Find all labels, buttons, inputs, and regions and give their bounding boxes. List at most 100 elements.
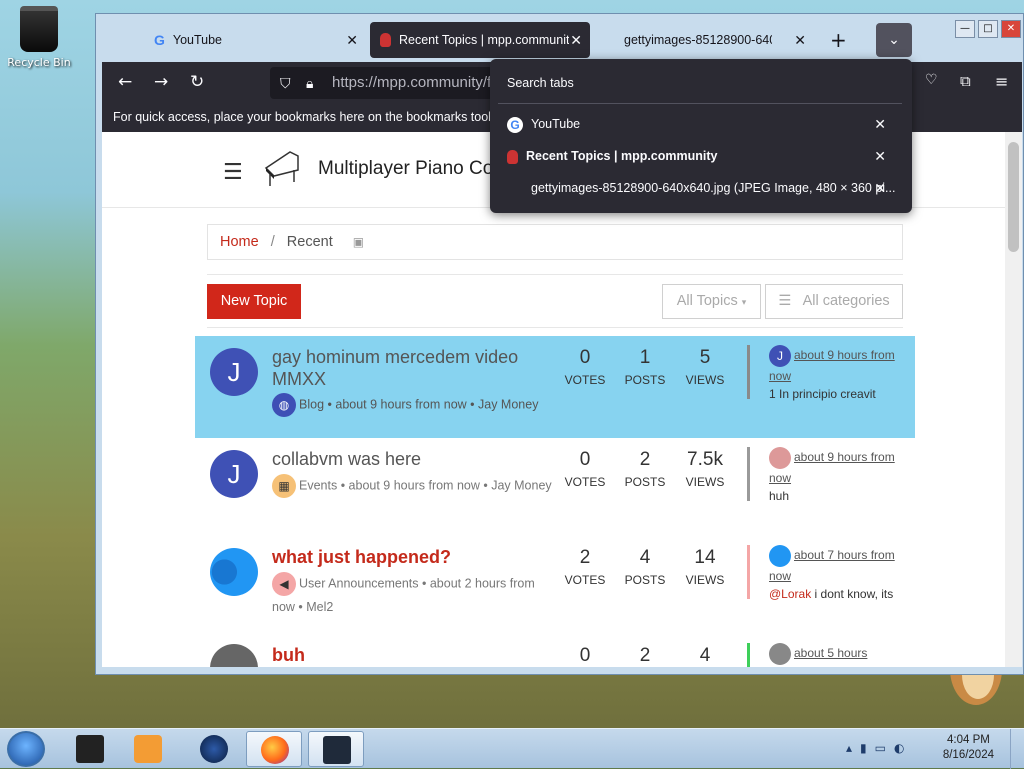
topic-title-link[interactable]: what just happened? bbox=[272, 546, 552, 568]
topic-row[interactable]: J gay hominum mercedem video MMXX ◍ Blog … bbox=[195, 336, 915, 438]
hamburger-menu-icon[interactable]: ☰ bbox=[223, 160, 243, 185]
google-icon: G bbox=[154, 32, 165, 48]
chevron-down-icon: ⌄ bbox=[888, 32, 900, 48]
avatar[interactable]: J bbox=[210, 348, 258, 396]
plus-icon: + bbox=[830, 28, 847, 52]
show-desktop-button[interactable] bbox=[1010, 729, 1024, 769]
taskbar-app-media-player[interactable] bbox=[120, 731, 176, 767]
posts-stat: 2 bbox=[617, 643, 673, 667]
lock-icon[interactable]: 🔒︎ bbox=[306, 67, 313, 99]
tab-search-item-label: gettyimages-85128900-640x640.jpg (JPEG I… bbox=[531, 181, 896, 195]
votes-label: VOTES bbox=[564, 475, 606, 489]
list-all-tabs-button[interactable]: ⌄ bbox=[876, 23, 912, 57]
menu-icon[interactable]: ≡ bbox=[995, 72, 1008, 91]
extensions-icon[interactable]: ⧉ bbox=[960, 72, 971, 90]
avatar[interactable] bbox=[769, 447, 791, 469]
all-categories-filter[interactable]: ☰ All categories bbox=[765, 284, 903, 319]
close-icon[interactable]: ✕ bbox=[874, 141, 886, 171]
mention-link[interactable]: @Lorak bbox=[769, 587, 811, 601]
megaphone-icon: ◀ bbox=[272, 572, 296, 596]
topic-row[interactable]: what just happened? ◀ User Announcements … bbox=[195, 536, 915, 634]
views-stat: 7.5k VIEWS bbox=[677, 447, 733, 489]
clock[interactable]: 4:04 PM 8/16/2024 bbox=[943, 733, 994, 763]
piano-logo-icon[interactable] bbox=[260, 146, 304, 190]
avatar[interactable] bbox=[210, 644, 258, 667]
close-icon[interactable]: ✕ bbox=[874, 173, 886, 203]
close-icon[interactable]: ✕ bbox=[874, 109, 886, 139]
mpp-icon bbox=[380, 33, 391, 47]
votes-count: 0 bbox=[579, 645, 591, 666]
shield-icon[interactable]: ⛉ bbox=[280, 67, 291, 99]
views-stat: 14 VIEWS bbox=[677, 545, 733, 587]
votes-stat: 0 VOTES bbox=[557, 345, 613, 387]
tab-youtube[interactable]: G YouTube ✕ bbox=[144, 22, 366, 58]
window-maximize-button[interactable]: □ bbox=[978, 20, 998, 38]
tab-search-item[interactable]: gettyimages-85128900-640x640.jpg (JPEG I… bbox=[507, 173, 903, 203]
new-tab-button[interactable]: + bbox=[830, 28, 847, 52]
new-topic-label: New Topic bbox=[220, 293, 288, 309]
reload-icon[interactable]: ↻ bbox=[190, 72, 204, 92]
posts-label: POSTS bbox=[624, 475, 666, 489]
tab-close-icon[interactable]: ✕ bbox=[794, 32, 806, 49]
globe-icon bbox=[200, 735, 228, 763]
start-button[interactable] bbox=[7, 731, 45, 767]
views-label: VIEWS bbox=[685, 573, 725, 587]
posts-label: POSTS bbox=[624, 573, 666, 587]
tab-close-icon[interactable]: ✕ bbox=[346, 32, 358, 49]
site-name[interactable]: Multiplayer Piano Co bbox=[318, 158, 493, 180]
topic-title-link[interactable]: gay hominum mercedem video MMXX bbox=[272, 346, 552, 390]
rss-icon[interactable]: ▣ bbox=[353, 235, 364, 249]
url-text: https://mpp.community/fo bbox=[332, 74, 500, 91]
avatar[interactable]: J bbox=[210, 450, 258, 498]
recycle-bin-shortcut[interactable]: Recycle Bin bbox=[6, 6, 72, 69]
tab-search-item[interactable]: G YouTube ✕ bbox=[507, 109, 903, 139]
back-arrow-icon[interactable]: ← bbox=[118, 72, 132, 92]
posts-label: POSTS bbox=[624, 373, 666, 387]
topic-title-link[interactable]: buh bbox=[272, 644, 552, 666]
category-link[interactable]: Blog bbox=[299, 397, 324, 411]
tab-title: Recent Topics | mpp.communit bbox=[399, 33, 569, 47]
window-minimize-button[interactable]: — bbox=[955, 20, 975, 38]
forward-arrow-icon[interactable]: → bbox=[154, 72, 168, 92]
tab-search-item[interactable]: Recent Topics | mpp.community ✕ bbox=[507, 141, 903, 171]
window-close-button[interactable]: ✕ bbox=[1001, 20, 1021, 38]
views-label: VIEWS bbox=[685, 475, 725, 489]
new-topic-button[interactable]: New Topic bbox=[207, 284, 301, 319]
scrollbar-thumb[interactable] bbox=[1008, 142, 1019, 252]
tab-gettyimages[interactable]: gettyimages-85128900-640x640 ✕ bbox=[592, 22, 814, 58]
latest-post-teaser: Jabout 9 hours from now 1 In principio c… bbox=[747, 345, 907, 403]
taskbar-app-globe[interactable] bbox=[186, 731, 242, 767]
category-color-bar bbox=[747, 345, 750, 399]
tab-recent-topics[interactable]: Recent Topics | mpp.communit ✕ bbox=[370, 22, 590, 58]
teaser-text: 1 In principio creavit bbox=[769, 387, 876, 401]
system-tray-icons[interactable]: ▴▮▭◐ bbox=[846, 741, 912, 755]
topic-row[interactable]: buh 0 2 4 about 5 hours bbox=[195, 634, 915, 667]
recycle-bin-label: Recycle Bin bbox=[7, 56, 71, 69]
taskbar-app-terminal[interactable] bbox=[62, 731, 118, 767]
teaser-text: huh bbox=[769, 489, 790, 503]
avatar[interactable]: J bbox=[769, 345, 791, 367]
avatar[interactable] bbox=[769, 545, 791, 567]
category-link[interactable]: User Announcements bbox=[299, 576, 419, 590]
taskbar-app-window[interactable] bbox=[308, 731, 364, 767]
tab-search-title: Search tabs bbox=[507, 76, 574, 90]
page-scrollbar[interactable] bbox=[1005, 132, 1022, 667]
teaser-timestamp-link[interactable]: about 5 hours bbox=[794, 646, 867, 660]
votes-count: 0 bbox=[579, 449, 591, 470]
topic-meta-text: • about 9 hours from now • Jay Money bbox=[340, 478, 552, 493]
taskbar-app-firefox[interactable] bbox=[246, 731, 302, 767]
category-link[interactable]: Events bbox=[299, 478, 337, 492]
votes-stat: 0 VOTES bbox=[557, 447, 613, 489]
all-topics-filter[interactable]: All Topics ▾ bbox=[662, 284, 761, 319]
terminal-icon bbox=[76, 735, 104, 763]
url-bar[interactable]: ⛉ 🔒︎ https://mpp.community/fo bbox=[270, 67, 500, 99]
topic-row[interactable]: J collabvm was here ▦ Events • about 9 ho… bbox=[195, 438, 915, 536]
posts-count: 2 bbox=[639, 645, 651, 666]
avatar[interactable] bbox=[769, 643, 791, 665]
avatar[interactable] bbox=[210, 548, 258, 596]
breadcrumb-home-link[interactable]: Home bbox=[220, 234, 259, 250]
pocket-icon[interactable]: ♡ bbox=[925, 72, 938, 88]
tab-close-icon[interactable]: ✕ bbox=[570, 32, 582, 49]
topic-title-link[interactable]: collabvm was here bbox=[272, 448, 552, 470]
recycle-bin-icon bbox=[20, 6, 58, 52]
